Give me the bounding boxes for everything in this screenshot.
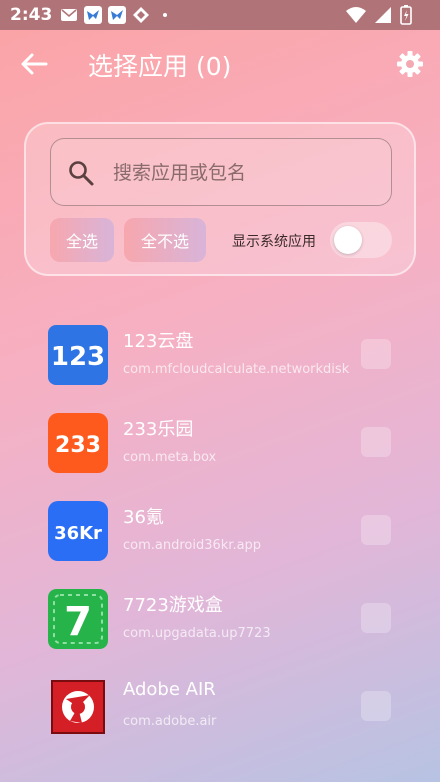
app-name: 233乐园 <box>123 419 194 440</box>
show-system-apps-label: 显示系统应用 <box>232 234 316 250</box>
app-name: Adobe AIR <box>123 679 216 700</box>
list-item[interactable]: 36Kr 36氪 com.android36kr.app <box>0 501 440 571</box>
page-title: 选择应用 (0) <box>88 52 232 81</box>
app-icon-36kr: 36Kr <box>48 501 108 561</box>
app-bar: 选择应用 (0) <box>0 30 440 98</box>
notification-icons <box>60 6 174 24</box>
list-item[interactable]: 123 123云盘 com.mfcloudcalculate.networkdi… <box>0 325 440 395</box>
system-status-icons <box>346 5 412 25</box>
search-box[interactable] <box>50 138 392 206</box>
app-package: com.upgadata.up7723 <box>123 626 271 641</box>
bird-app-icon-2 <box>108 6 127 24</box>
select-all-button[interactable]: 全选 <box>50 218 114 262</box>
app-checkbox[interactable] <box>361 603 391 633</box>
search-icon <box>69 161 94 186</box>
app-icon-text: 7 <box>64 599 92 645</box>
list-item[interactable]: 7 7723游戏盒 com.upgadata.up7723 <box>0 589 440 659</box>
battery-icon <box>400 5 412 25</box>
app-icon-text: 233 <box>55 433 101 458</box>
app-checkbox[interactable] <box>361 427 391 457</box>
app-checkbox[interactable] <box>361 691 391 721</box>
app-icon-123-cloud: 123 <box>48 325 108 385</box>
bird-app-icon <box>84 6 103 24</box>
app-name: 7723游戏盒 <box>123 595 223 616</box>
toggle-knob <box>334 226 362 254</box>
diamond-app-icon <box>133 7 150 23</box>
select-none-button[interactable]: 全不选 <box>124 218 206 262</box>
wifi-icon <box>346 7 366 23</box>
app-package: com.adobe.air <box>123 714 217 729</box>
app-package: com.meta.box <box>123 450 217 465</box>
app-checkbox[interactable] <box>361 339 391 369</box>
app-icon-text: 123 <box>51 342 105 372</box>
search-input[interactable] <box>113 153 373 193</box>
show-system-apps-toggle[interactable] <box>330 222 392 258</box>
app-icon-text: 36Kr <box>54 523 102 544</box>
app-icon-233: 233 <box>48 413 108 473</box>
status-time: 2:43 <box>10 5 53 25</box>
more-notifications-icon <box>163 13 168 17</box>
app-package: com.android36kr.app <box>123 538 262 553</box>
app-icon-adobe-air <box>51 680 105 734</box>
app-checkbox[interactable] <box>361 515 391 545</box>
app-name: 36氪 <box>123 507 164 528</box>
gear-icon[interactable] <box>394 48 426 80</box>
back-button[interactable] <box>18 50 50 78</box>
app-name: 123云盘 <box>123 331 194 352</box>
list-item[interactable]: Adobe AIR com.adobe.air <box>0 677 440 747</box>
status-bar: 2:43 <box>0 0 440 30</box>
mail-icon <box>61 9 78 21</box>
app-icon-7723: 7 <box>48 589 108 649</box>
list-item[interactable]: 233 233乐园 com.meta.box <box>0 413 440 483</box>
app-package: com.mfcloudcalculate.networkdisk <box>123 362 350 377</box>
signal-icon <box>375 7 391 23</box>
filter-panel: 全选 全不选 显示系统应用 <box>24 122 416 276</box>
